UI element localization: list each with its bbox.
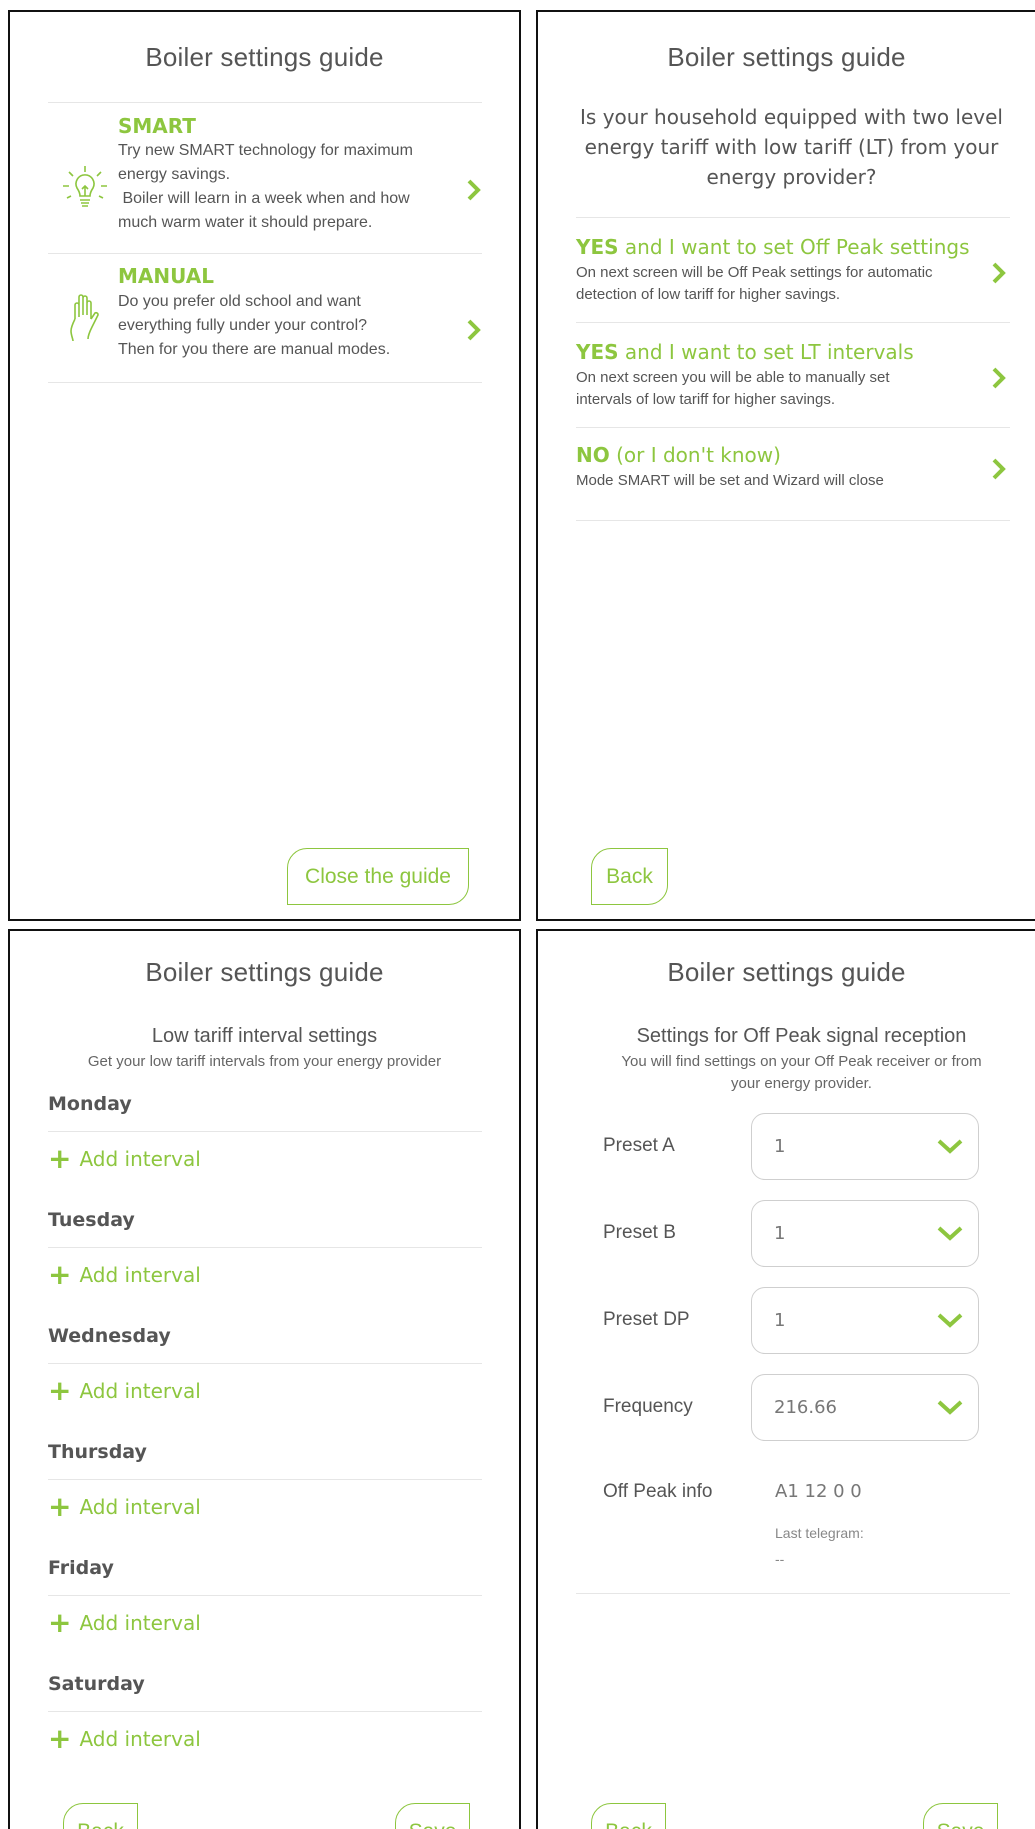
day-label-tuesday: Tuesday xyxy=(48,1209,135,1231)
section-title: Settings for Off Peak signal reception xyxy=(636,1025,967,1047)
answer-title: YES and I want to set Off Peak settings xyxy=(576,235,970,259)
day-label-wednesday: Wednesday xyxy=(48,1325,171,1347)
add-interval-thursday[interactable]: + Add interval xyxy=(48,1490,201,1523)
off-peak-info-label: Off Peak info xyxy=(603,1481,713,1502)
add-interval-saturday[interactable]: + Add interval xyxy=(48,1722,201,1755)
answer-title: YES and I want to set LT intervals xyxy=(576,340,914,364)
plus-icon: + xyxy=(48,1258,72,1291)
back-button[interactable]: Back xyxy=(591,848,668,905)
answer-yes-lt-intervals[interactable]: YES and I want to set LT intervals On ne… xyxy=(538,323,1035,427)
section-title: Low tariff interval settings xyxy=(151,1025,378,1047)
answer-title: NO (or I don't know) xyxy=(576,443,781,467)
save-button[interactable]: Save xyxy=(923,1803,998,1829)
option-manual-title: MANUAL xyxy=(118,264,214,288)
day-label-saturday: Saturday xyxy=(48,1673,145,1695)
divider xyxy=(48,1363,482,1364)
last-telegram-label: Last telegram: xyxy=(775,1525,864,1541)
last-telegram-value: -- xyxy=(775,1551,785,1567)
chevron-down-icon xyxy=(936,1222,964,1244)
option-manual[interactable]: MANUAL Do you prefer old school and want… xyxy=(10,254,519,394)
chevron-down-icon xyxy=(936,1309,964,1331)
preset-dp-select[interactable]: 1 xyxy=(751,1287,979,1354)
preset-a-label: Preset A xyxy=(603,1135,675,1156)
off-peak-info-value: A1 12 0 0 xyxy=(775,1481,862,1502)
chevron-right-icon xyxy=(990,260,1008,286)
tariff-question: Is your household equipped with two leve… xyxy=(580,105,1003,189)
chevron-right-icon xyxy=(990,365,1008,391)
chevron-down-icon xyxy=(936,1396,964,1418)
add-interval-wednesday[interactable]: + Add interval xyxy=(48,1374,201,1407)
screen-mode-selection: Boiler settings guide SMART Try new SMAR… xyxy=(8,10,521,921)
chevron-right-icon xyxy=(465,177,483,203)
screen-lt-intervals: Boiler settings guide Low tariff interva… xyxy=(8,929,521,1829)
plus-icon: + xyxy=(48,1490,72,1523)
preset-a-select[interactable]: 1 xyxy=(751,1113,979,1180)
answer-description: On next screen will be Off Peak settings… xyxy=(576,264,933,303)
chevron-right-icon xyxy=(990,456,1008,482)
frequency-select[interactable]: 216.66 xyxy=(751,1374,979,1441)
section-description: Get your low tariff intervals from your … xyxy=(87,1053,442,1070)
back-button[interactable]: Back xyxy=(63,1803,138,1829)
page-title: Boiler settings guide xyxy=(667,42,906,72)
back-button[interactable]: Back xyxy=(591,1803,666,1829)
page-title: Boiler settings guide xyxy=(145,42,384,72)
chevron-down-icon xyxy=(936,1135,964,1157)
answer-no[interactable]: NO (or I don't know) Mode SMART will be … xyxy=(538,428,1035,520)
plus-icon: + xyxy=(48,1374,72,1407)
plus-icon: + xyxy=(48,1722,72,1755)
answer-description: On next screen you will be able to manua… xyxy=(576,369,890,408)
chevron-right-icon xyxy=(465,317,483,343)
close-guide-button[interactable]: Close the guide xyxy=(287,848,469,905)
page-title: Boiler settings guide xyxy=(145,957,384,987)
day-label-monday: Monday xyxy=(48,1093,132,1115)
option-smart-title: SMART xyxy=(118,114,196,138)
option-smart-description: Try new SMART technology for maximum ene… xyxy=(118,142,413,231)
divider xyxy=(576,1593,1010,1594)
preset-b-label: Preset B xyxy=(603,1222,676,1243)
plus-icon: + xyxy=(48,1142,72,1175)
divider xyxy=(48,1247,482,1248)
divider xyxy=(48,382,482,383)
add-interval-monday[interactable]: + Add interval xyxy=(48,1142,201,1175)
option-smart[interactable]: SMART Try new SMART technology for maxim… xyxy=(10,103,519,263)
option-manual-description: Do you prefer old school and want everyt… xyxy=(118,293,391,358)
hand-icon xyxy=(55,287,115,347)
section-description: You will find settings on your Off Peak … xyxy=(621,1053,982,1092)
frequency-label: Frequency xyxy=(603,1396,693,1417)
answer-yes-off-peak[interactable]: YES and I want to set Off Peak settings … xyxy=(538,218,1035,322)
day-label-friday: Friday xyxy=(48,1557,114,1579)
screen-tariff-question: Boiler settings guide Is your household … xyxy=(536,10,1035,921)
preset-dp-label: Preset DP xyxy=(603,1309,690,1330)
add-interval-tuesday[interactable]: + Add interval xyxy=(48,1258,201,1291)
day-label-thursday: Thursday xyxy=(48,1441,147,1463)
lightbulb-icon xyxy=(55,158,115,218)
screen-off-peak-settings: Boiler settings guide Settings for Off P… xyxy=(536,929,1035,1829)
divider xyxy=(48,1711,482,1712)
plus-icon: + xyxy=(48,1606,72,1639)
divider xyxy=(48,1479,482,1480)
divider xyxy=(576,520,1010,521)
page-title: Boiler settings guide xyxy=(667,957,906,987)
answer-description: Mode SMART will be set and Wizard will c… xyxy=(576,472,884,489)
add-interval-friday[interactable]: + Add interval xyxy=(48,1606,201,1639)
divider xyxy=(48,1595,482,1596)
save-button[interactable]: Save xyxy=(395,1803,470,1829)
preset-b-select[interactable]: 1 xyxy=(751,1200,979,1267)
divider xyxy=(48,1131,482,1132)
